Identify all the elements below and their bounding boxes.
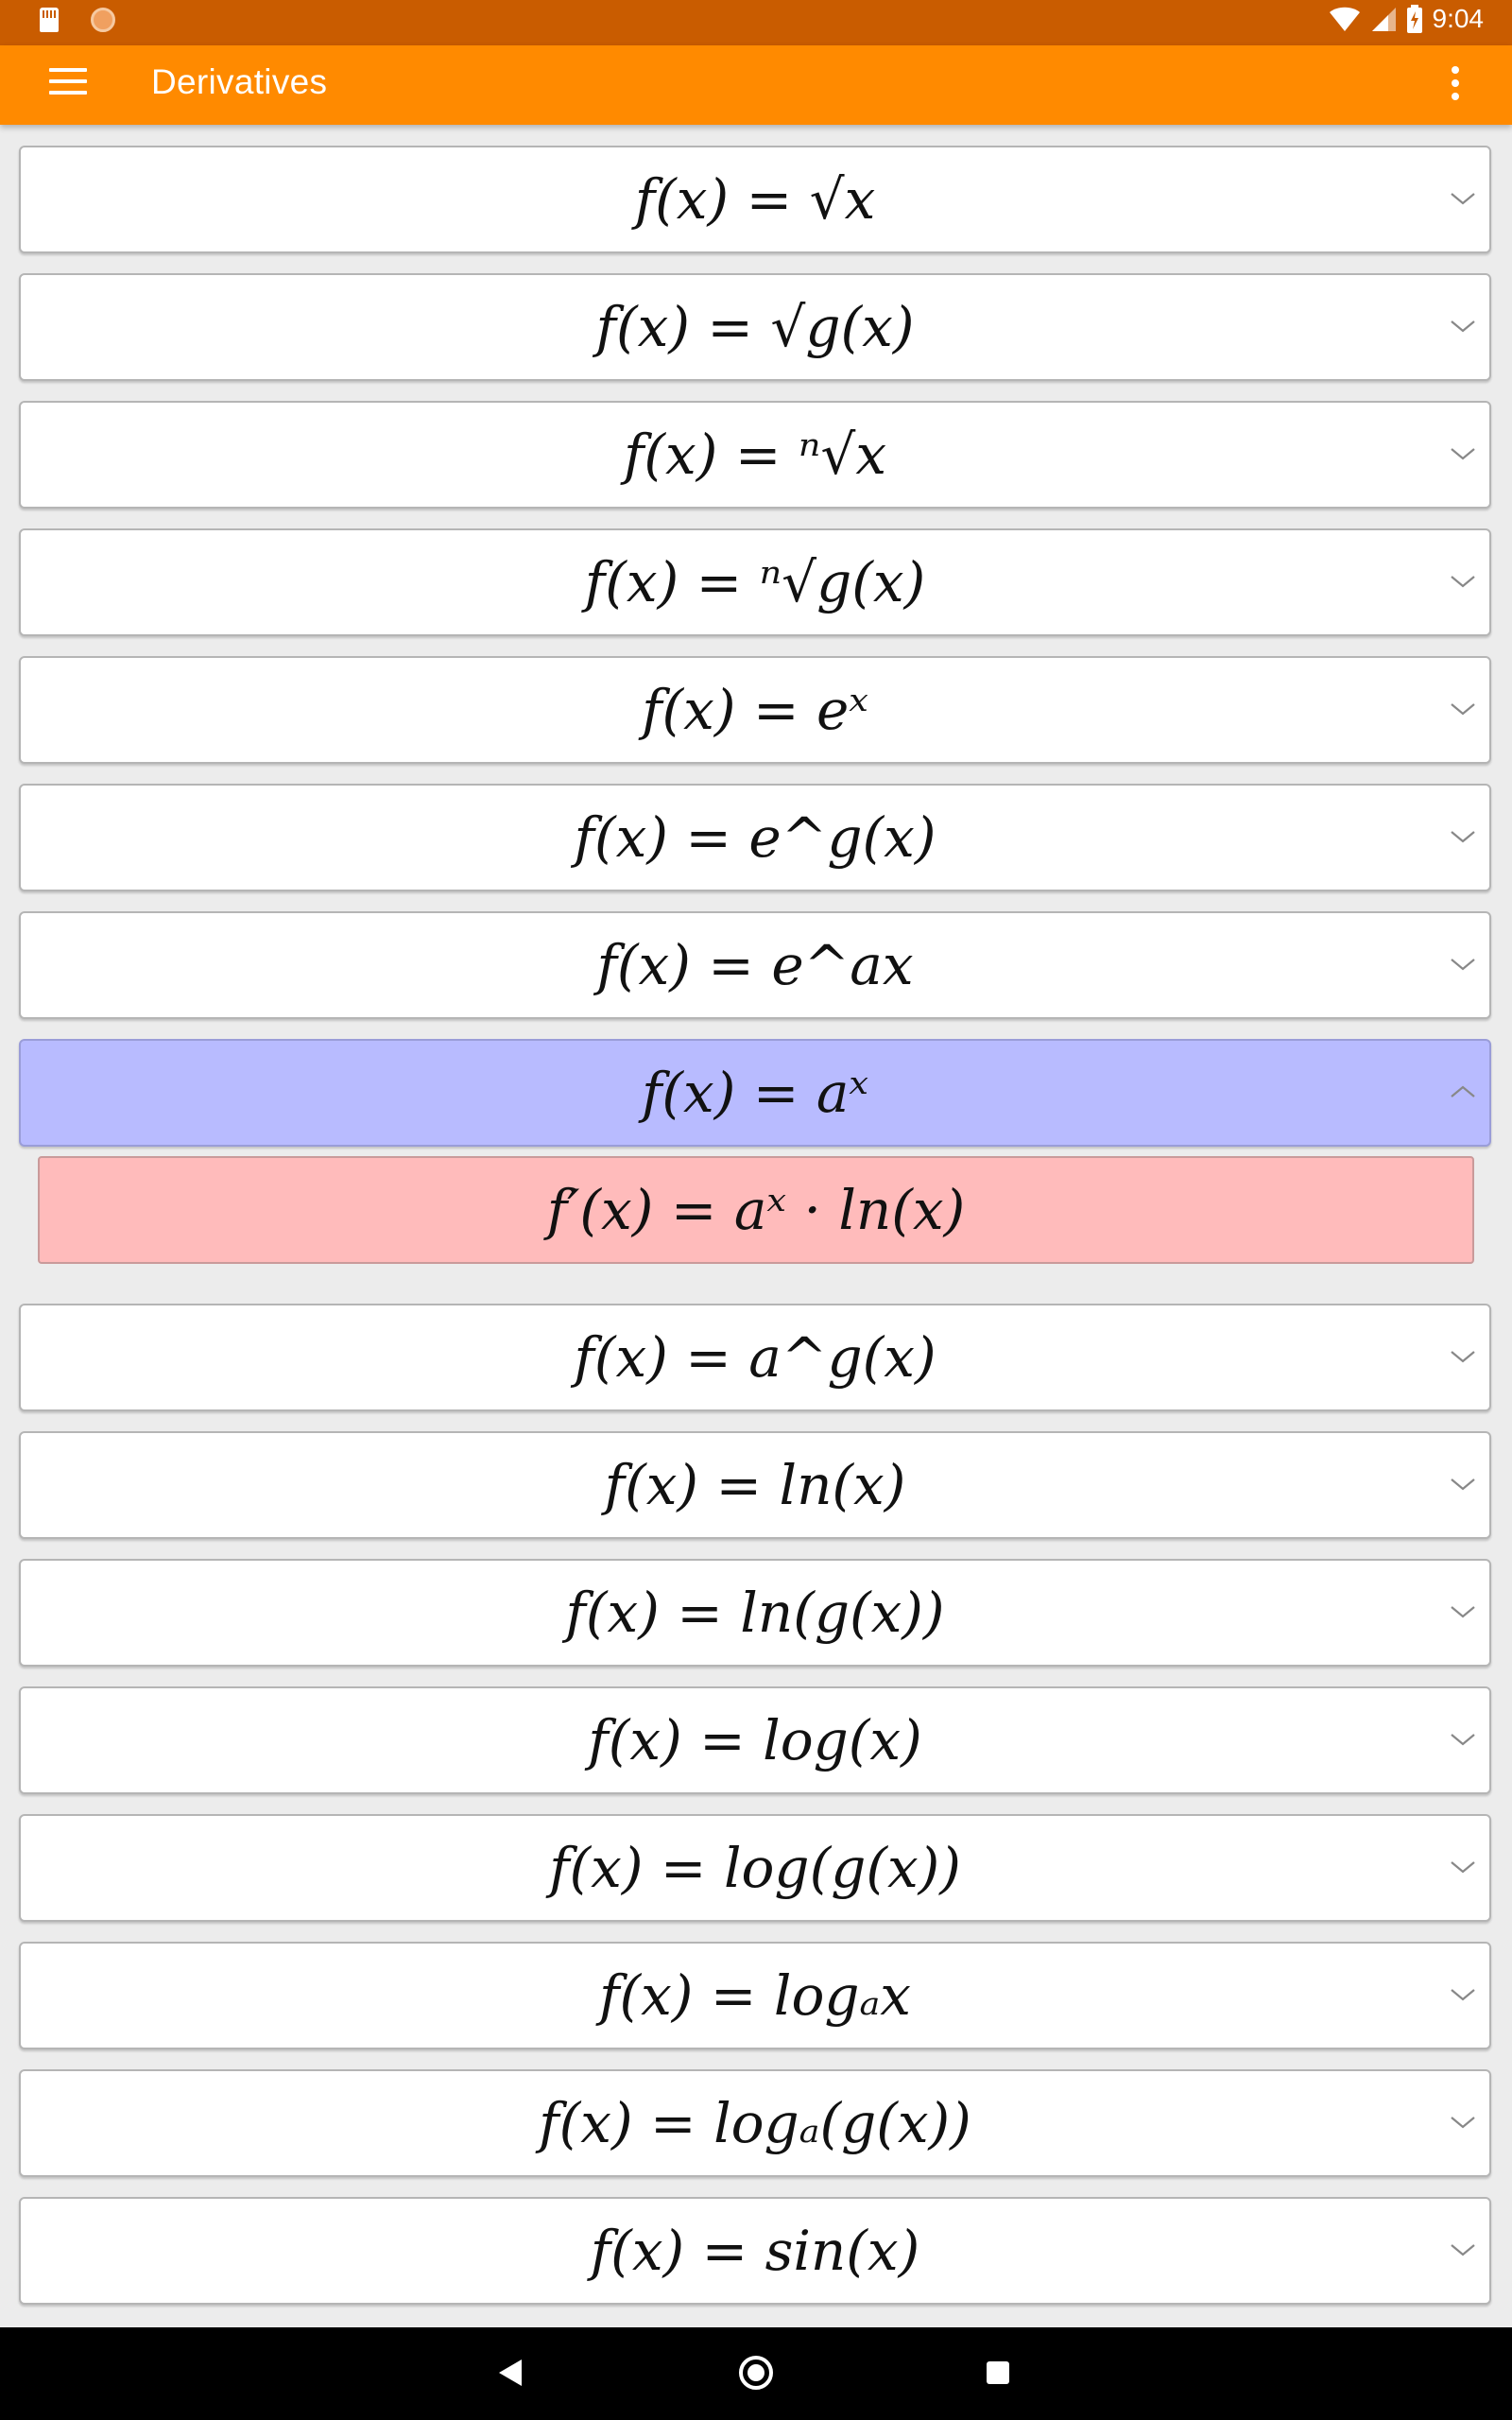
formula-text: f(x) = sin(x) [590,2219,920,2283]
derivative-list[interactable]: f(x) = √x f(x) = √g(x) f(x) = ⁿ√x f(x) = ⁿ√… [0,125,1512,2327]
formula-card[interactable]: f(x) = ⁿ√g(x) [19,528,1491,636]
chevron-down-icon[interactable] [1450,445,1476,462]
status-bar: 9:04 [0,0,1512,45]
status-time: 9:04 [1432,4,1485,33]
recents-icon[interactable] [987,2361,1009,2384]
formula-text: f(x) = ⁿ√g(x) [584,550,926,614]
formula-text: f(x) = logₐ(g(x)) [539,2091,971,2155]
navigation-bar [0,2327,1512,2420]
battery-charging-icon [1406,5,1422,33]
formula-text: f(x) = ⁿ√x [623,423,887,487]
formula-card[interactable]: f(x) = √x [19,146,1491,253]
chevron-down-icon[interactable] [1450,1986,1476,2003]
chevron-down-icon[interactable] [1450,190,1476,207]
wifi-icon [1329,7,1360,31]
answer-text: f′(x) = aˣ · ln(x) [546,1178,966,1242]
more-vert-icon[interactable] [1446,66,1465,108]
formula-card[interactable]: f(x) = eˣ [19,656,1491,764]
derivative-answer: f′(x) = aˣ · ln(x) [38,1156,1474,1264]
home-icon[interactable] [739,2356,773,2390]
formula-card[interactable]: f(x) = ln(x) [19,1431,1491,1539]
formula-text: f(x) = ln(x) [604,1453,906,1517]
formula-text: f(x) = log(g(x)) [549,1836,961,1900]
formula-card[interactable]: f(x) = a^g(x) [19,1304,1491,1411]
chevron-down-icon[interactable] [1450,1476,1476,1493]
formula-card[interactable]: f(x) = logₐx [19,1942,1491,2049]
chevron-down-icon[interactable] [1450,2241,1476,2258]
page-title: Derivatives [151,62,328,101]
chevron-down-icon[interactable] [1450,1731,1476,1748]
record-icon [91,8,115,32]
chevron-down-icon[interactable] [1450,956,1476,973]
chevron-up-icon[interactable] [1450,1083,1476,1100]
chevron-down-icon[interactable] [1450,700,1476,717]
formula-card[interactable]: f(x) = √g(x) [19,273,1491,381]
formula-text: f(x) = log(x) [588,1708,922,1772]
chevron-down-icon[interactable] [1450,318,1476,335]
chevron-down-icon[interactable] [1450,1858,1476,1876]
formula-card[interactable]: f(x) = e^g(x) [19,784,1491,891]
chevron-down-icon[interactable] [1450,573,1476,590]
back-icon[interactable] [499,2360,522,2386]
menu-icon[interactable] [49,68,87,102]
formula-text: f(x) = √x [634,167,876,232]
chevron-down-icon[interactable] [1450,828,1476,845]
formula-card[interactable]: f(x) = aˣ [19,1039,1491,1147]
app-bar: Derivatives [0,45,1512,125]
formula-text: f(x) = eˣ [642,678,868,742]
formula-card[interactable]: f(x) = sin(x) [19,2197,1491,2305]
formula-text: f(x) = logₐx [599,1963,911,2028]
formula-text: f(x) = a^g(x) [574,1325,936,1390]
formula-card[interactable]: f(x) = log(g(x)) [19,1814,1491,1922]
chevron-down-icon[interactable] [1450,1603,1476,1620]
formula-card[interactable]: f(x) = logₐ(g(x)) [19,2069,1491,2177]
formula-text: f(x) = e^ax [596,933,914,997]
formula-text: f(x) = e^g(x) [574,805,936,870]
sd-card-icon [40,8,59,32]
formula-card[interactable]: f(x) = log(x) [19,1686,1491,1794]
formula-card[interactable]: f(x) = ln(g(x)) [19,1559,1491,1667]
formula-card[interactable]: f(x) = ⁿ√x [19,401,1491,509]
formula-card[interactable]: f(x) = e^ax [19,911,1491,1019]
signal-icon [1371,8,1396,31]
chevron-down-icon[interactable] [1450,1348,1476,1365]
formula-text: f(x) = ln(g(x)) [565,1581,945,1645]
chevron-down-icon[interactable] [1450,2114,1476,2131]
formula-text: f(x) = √g(x) [595,295,915,359]
formula-text: f(x) = aˣ [641,1061,869,1125]
